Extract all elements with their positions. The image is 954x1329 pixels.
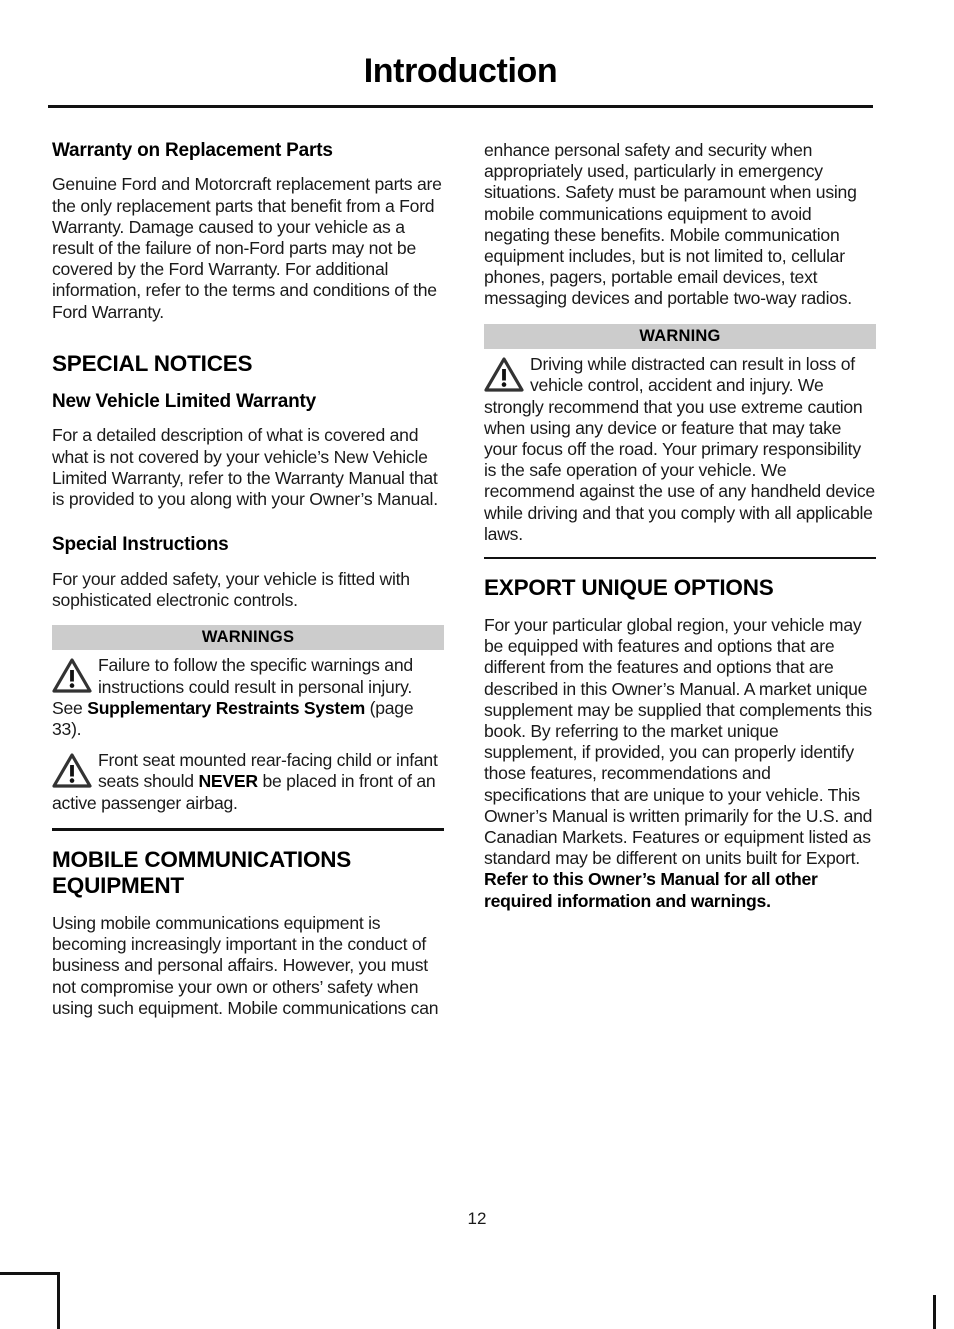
mobile-communications-continued-text: enhance personal safety and security whe…	[484, 140, 857, 309]
warnings-box-body: Failure to follow the specific warnings …	[52, 655, 444, 813]
left-column: Warranty on Replacement Parts Genuine Fo…	[52, 140, 444, 1019]
export-text-bold: Refer to this Owner’s Manual for all oth…	[484, 869, 818, 911]
warning-triangle-icon	[52, 752, 92, 788]
page-number: 12	[467, 1209, 487, 1228]
special-notices-heading: SPECIAL NOTICES	[52, 350, 253, 376]
page-header: Introduction	[48, 52, 873, 109]
warning-triangle-icon	[52, 657, 92, 694]
crop-mark-bottom-right-vertical	[933, 1295, 936, 1329]
warning-box-body: Driving while distracted can result in l…	[484, 354, 876, 545]
warnings-box-header: WARNINGS	[52, 624, 444, 651]
special-instructions-text: For your added safety, your vehicle is f…	[52, 568, 410, 610]
mobile-communications-equipment-heading: MOBILE COMMUNICATIONS EQUIPMENT	[52, 846, 352, 898]
warning-item-text: Driving while distracted can result in l…	[484, 354, 875, 544]
manual-page: Introduction Warranty on Replacement Par…	[0, 0, 954, 1329]
warranty-on-replacement-parts-heading: Warranty on Replacement Parts	[52, 140, 333, 161]
header-divider	[48, 105, 873, 109]
warning-item-text-bold: NEVER	[198, 771, 258, 792]
new-vehicle-limited-warranty-text: For a detailed description of what is co…	[52, 425, 438, 509]
export-unique-options-text: For your particular global region, your …	[484, 615, 876, 912]
warning-box-header: WARNING	[484, 323, 876, 350]
warnings-box: WARNINGS Failure to follow the specific …	[52, 624, 444, 814]
mobile-communications-equipment-text: Using mobile communications equipment is…	[52, 913, 439, 1018]
new-vehicle-limited-warranty-heading: New Vehicle Limited Warranty	[52, 390, 316, 412]
page-title: Introduction	[363, 52, 558, 90]
warranty-on-replacement-parts-text: Genuine Ford and Motorcraft replacement …	[52, 174, 442, 322]
crop-mark-bottom-left-horizontal	[0, 1272, 60, 1275]
warning-item: Failure to follow the specific warnings …	[52, 655, 444, 740]
warning-item: Front seat mounted rear-facing child or …	[52, 750, 444, 814]
special-instructions-heading: Special Instructions	[52, 534, 229, 556]
crop-mark-bottom-left-vertical	[57, 1272, 60, 1329]
warning-triangle-icon	[484, 356, 524, 392]
warning-item-text-bold: Supplementary Restraints System	[87, 697, 365, 718]
export-text-part1: For your particular global region, your …	[484, 615, 873, 869]
right-column: enhance personal safety and security whe…	[484, 140, 876, 912]
export-unique-options-heading: EXPORT UNIQUE OPTIONS	[484, 574, 774, 600]
warning-item: Driving while distracted can result in l…	[484, 354, 876, 545]
warning-box: WARNING Driving while distracted can res…	[484, 323, 876, 545]
two-column-body: Warranty on Replacement Parts Genuine Fo…	[52, 140, 876, 1019]
